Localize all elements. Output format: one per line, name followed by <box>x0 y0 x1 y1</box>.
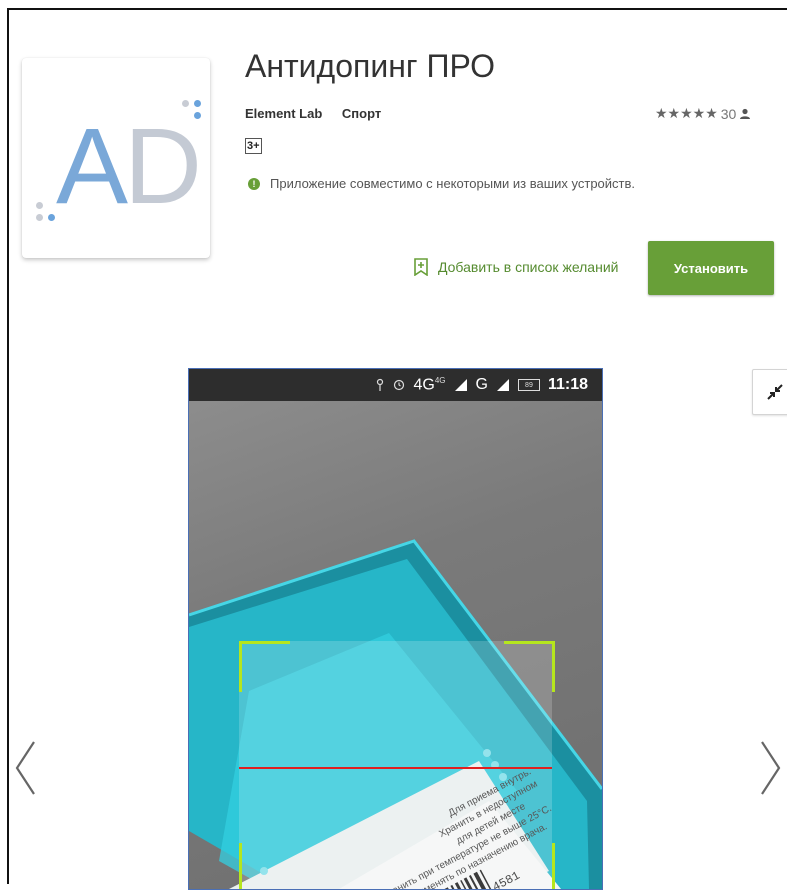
compat-notice-text: Приложение совместимо с некоторыми из ва… <box>270 176 636 191</box>
alarm-icon <box>394 379 405 391</box>
signal-icon <box>454 379 467 391</box>
rating-stars: ★★★★★ <box>655 105 718 121</box>
rating: ★★★★★ 30 <box>655 105 751 122</box>
wishlist-button[interactable]: Добавить в список желаний <box>414 258 618 276</box>
app-icon: AD <box>22 58 210 258</box>
network-type: 4G4G <box>413 375 446 394</box>
scan-corner <box>239 843 290 889</box>
collapse-icon <box>767 384 783 400</box>
app-icon-letter-a: A <box>56 105 128 226</box>
scan-corner <box>239 641 290 692</box>
scan-corner <box>504 843 555 889</box>
app-title: Антидопинг ПРО <box>245 48 495 84</box>
battery-icon: 89 <box>517 379 540 391</box>
screenshot-image[interactable]: 4G4G G 89 11:18 Для приема внутрь. Храни… <box>188 368 603 890</box>
signal-icon-2 <box>496 379 509 391</box>
chevron-left-icon[interactable] <box>14 740 36 796</box>
icon-dot <box>48 214 55 221</box>
icon-dot <box>36 214 43 221</box>
collapse-button[interactable] <box>752 369 787 415</box>
compat-notice: ! Приложение совместимо с некоторыми из … <box>248 176 635 191</box>
icon-dot <box>194 100 201 107</box>
icon-dot <box>36 202 43 209</box>
developer-link[interactable]: Element Lab <box>245 106 322 121</box>
phone-status-bar: 4G4G G 89 11:18 <box>189 369 602 401</box>
info-icon: ! <box>248 177 260 190</box>
scan-corner <box>504 641 555 692</box>
category-link[interactable]: Спорт <box>342 106 381 121</box>
app-icon-letters: AD <box>56 112 202 220</box>
icon-dot <box>194 112 201 119</box>
scan-line <box>239 767 552 769</box>
icon-dot <box>182 100 189 107</box>
wishlist-bookmark-icon <box>414 258 428 276</box>
age-rating-badge: 3+ <box>245 138 262 154</box>
wishlist-label: Добавить в список желаний <box>438 259 619 275</box>
install-button[interactable]: Установить <box>648 241 774 295</box>
status-time: 11:18 <box>547 376 588 393</box>
touch-icon <box>377 378 384 391</box>
app-icon-letter-d: D <box>124 105 202 226</box>
developer-row: Element Lab Спорт <box>245 106 397 121</box>
network-g: G <box>475 376 488 393</box>
chevron-right-icon[interactable] <box>760 740 782 796</box>
rating-count: 30 <box>720 105 737 122</box>
user-icon <box>740 108 751 119</box>
